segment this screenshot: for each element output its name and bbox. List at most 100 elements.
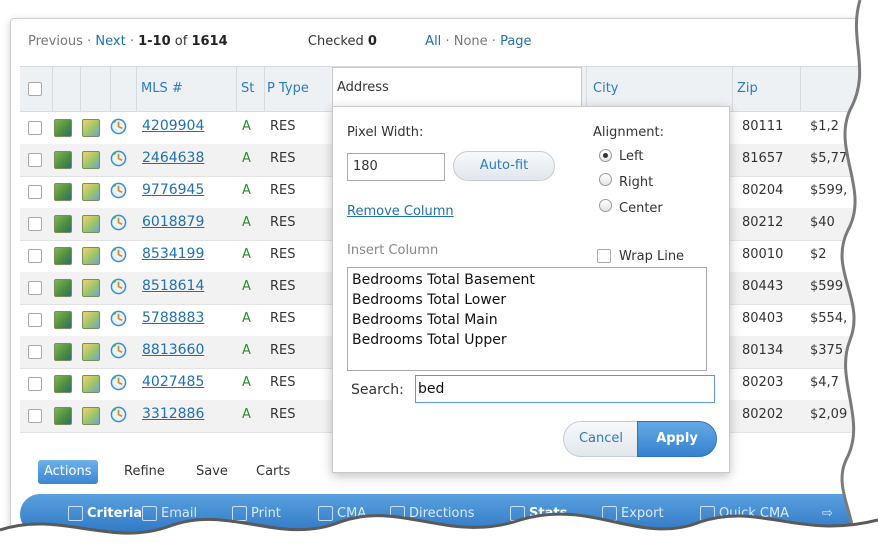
status-cell: A	[242, 119, 251, 134]
remove-column-link[interactable]: Remove Column	[347, 204, 454, 219]
photo-icon[interactable]	[54, 119, 72, 137]
mls-link[interactable]: 4027485	[142, 374, 204, 390]
photo-icon[interactable]	[54, 215, 72, 233]
row-checkbox[interactable]	[28, 281, 42, 295]
cma-button[interactable]: CMA	[318, 494, 366, 534]
photo-icon[interactable]	[54, 279, 72, 297]
map-icon[interactable]	[82, 183, 100, 201]
cma-icon	[318, 506, 333, 521]
mls-link[interactable]: 8534199	[142, 246, 204, 262]
select-none-link[interactable]: None	[454, 34, 488, 49]
tab-refine[interactable]: Refine	[118, 460, 171, 484]
tab-carts[interactable]: Carts	[250, 460, 296, 484]
photo-icon[interactable]	[54, 407, 72, 425]
virtual-tour-icon[interactable]	[110, 246, 127, 263]
mls-link[interactable]: 6018879	[142, 214, 204, 230]
map-icon[interactable]	[82, 215, 100, 233]
row-checkbox[interactable]	[28, 249, 42, 263]
list-item[interactable]: Bedrooms Total Upper	[352, 330, 702, 350]
list-item[interactable]: Bedrooms Total Lower	[352, 290, 702, 310]
alignment-label: Alignment:	[593, 125, 664, 140]
export-button[interactable]: Export	[602, 494, 664, 534]
virtual-tour-icon[interactable]	[110, 278, 127, 295]
virtual-tour-icon[interactable]	[110, 182, 127, 199]
stats-button[interactable]: Stats	[510, 494, 567, 534]
criteria-button[interactable]: Criteria	[68, 494, 142, 534]
mls-link[interactable]: 8813660	[142, 342, 204, 358]
email-button[interactable]: Email	[142, 494, 197, 534]
photo-icon[interactable]	[54, 343, 72, 361]
virtual-tour-icon[interactable]	[110, 310, 127, 327]
virtual-tour-icon[interactable]	[110, 406, 127, 423]
align-left-radio[interactable]	[599, 149, 612, 162]
virtual-tour-icon[interactable]	[110, 214, 127, 231]
map-icon[interactable]	[82, 407, 100, 425]
row-checkbox[interactable]	[28, 121, 42, 135]
photo-icon[interactable]	[54, 183, 72, 201]
header-zip[interactable]: Zip	[732, 67, 797, 111]
row-checkbox[interactable]	[28, 409, 42, 423]
property-type-cell: RES	[270, 247, 296, 262]
cancel-button[interactable]: Cancel	[563, 421, 639, 457]
mls-link[interactable]: 8518614	[142, 278, 204, 294]
map-icon[interactable]	[82, 375, 100, 393]
mls-link[interactable]: 5788883	[142, 310, 204, 326]
map-icon[interactable]	[82, 151, 100, 169]
next-link[interactable]: Next	[95, 34, 125, 49]
photo-icon[interactable]	[54, 375, 72, 393]
column-search-input[interactable]: bed	[415, 375, 715, 403]
pixel-width-input[interactable]: 180	[347, 153, 445, 181]
virtual-tour-icon[interactable]	[110, 150, 127, 167]
directions-button[interactable]: Directions	[390, 494, 475, 534]
price-cell: $375	[810, 343, 844, 358]
photo-icon[interactable]	[54, 151, 72, 169]
header-spacer	[52, 67, 71, 111]
virtual-tour-icon[interactable]	[110, 374, 127, 391]
quick-cma-button[interactable]: Quick CMA	[700, 494, 789, 534]
select-all-link[interactable]: All	[425, 34, 441, 49]
mls-link[interactable]: 2464638	[142, 150, 204, 166]
map-icon[interactable]	[82, 119, 100, 137]
auto-fit-button[interactable]: Auto-fit	[453, 151, 555, 181]
wrap-line-checkbox[interactable]	[597, 249, 611, 263]
map-icon[interactable]	[82, 343, 100, 361]
row-checkbox[interactable]	[28, 217, 42, 231]
row-checkbox[interactable]	[28, 345, 42, 359]
toolbar-label: Quick CMA	[719, 506, 790, 521]
align-right-radio[interactable]	[599, 173, 612, 186]
mls-link[interactable]: 3312886	[142, 406, 204, 422]
row-checkbox[interactable]	[28, 313, 42, 327]
row-checkbox[interactable]	[28, 377, 42, 391]
mls-link[interactable]: 9776945	[142, 182, 204, 198]
wrap-line-label: Wrap Line	[619, 249, 685, 264]
arrow-right-icon[interactable]: ⇨	[822, 494, 833, 534]
range-text: 1-10	[138, 34, 171, 49]
align-center-radio[interactable]	[599, 199, 612, 212]
virtual-tour-icon[interactable]	[110, 342, 127, 359]
previous-link[interactable]: Previous	[28, 34, 83, 49]
row-checkbox[interactable]	[28, 153, 42, 167]
select-all-checkbox[interactable]	[28, 82, 42, 96]
mls-link[interactable]: 4209904	[142, 118, 204, 134]
status-cell: A	[242, 343, 251, 358]
tab-save[interactable]: Save	[190, 460, 234, 484]
map-icon[interactable]	[82, 311, 100, 329]
header-city[interactable]: City	[586, 67, 733, 111]
map-icon[interactable]	[82, 247, 100, 265]
map-icon[interactable]	[82, 279, 100, 297]
tab-actions[interactable]: Actions	[38, 460, 98, 484]
insert-column-list[interactable]: Bedrooms Total Basement Bedrooms Total L…	[347, 267, 707, 371]
row-checkbox[interactable]	[28, 185, 42, 199]
select-page-link[interactable]: Page	[500, 34, 531, 49]
virtual-tour-icon[interactable]	[110, 118, 127, 135]
list-item[interactable]: Bedrooms Total Main	[352, 310, 702, 330]
header-mls[interactable]: MLS #	[136, 67, 241, 111]
list-item[interactable]: Bedrooms Total Basement	[352, 270, 702, 290]
photo-icon[interactable]	[54, 311, 72, 329]
photo-icon[interactable]	[54, 247, 72, 265]
header-property-type[interactable]: P Type	[264, 67, 337, 111]
header-address[interactable]: Address	[332, 67, 582, 107]
print-button[interactable]: Print	[232, 494, 281, 534]
apply-button[interactable]: Apply	[637, 421, 717, 457]
header-status[interactable]: St	[236, 67, 265, 111]
